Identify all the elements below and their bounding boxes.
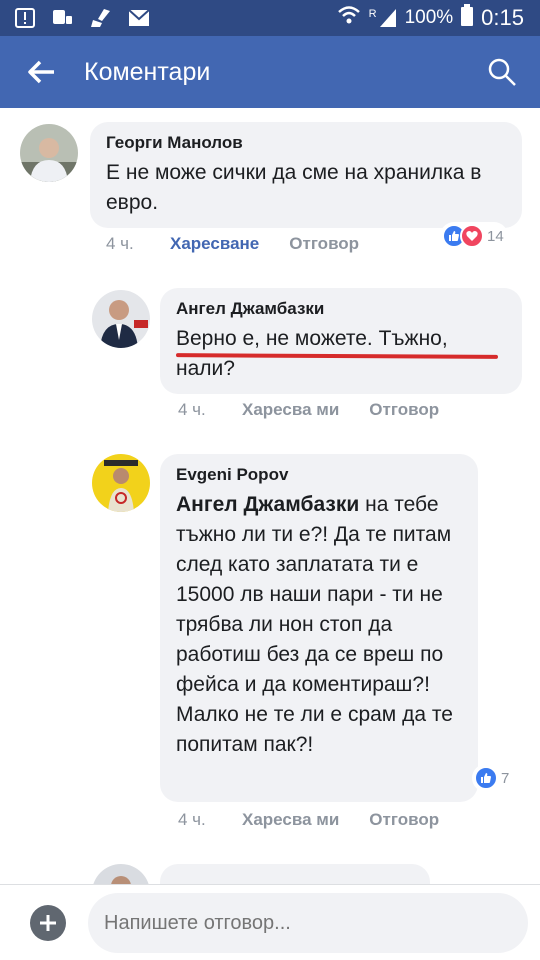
comment-bubble: Ангел Джамбазки Верно е, не можете. Тъжн… (160, 288, 522, 394)
comment-author[interactable]: Ангел Джамбазки (176, 298, 506, 320)
app-bar: Коментари (0, 36, 540, 108)
reply-button[interactable]: Отговор (289, 234, 359, 254)
search-icon[interactable] (486, 56, 518, 88)
reaction-summary[interactable]: 14 (440, 222, 508, 250)
comment-bubble (160, 864, 430, 884)
comment-time: 4 ч. (178, 810, 206, 829)
comment-author[interactable]: Evgeni Popov (176, 464, 462, 486)
back-arrow-icon[interactable] (22, 52, 62, 92)
like-button[interactable]: Харесване (170, 234, 259, 254)
battery-level: 100% (404, 7, 454, 28)
page-title: Коментари (84, 57, 211, 86)
comment-author[interactable]: Георги Манолов (106, 132, 506, 154)
battery-icon (461, 4, 474, 32)
mail-icon (128, 8, 150, 28)
comment-actions: 4 ч. Харесване Отговор (106, 234, 359, 254)
comment-actions: 4 ч. Харесва ми Отговор (178, 400, 439, 420)
avatar[interactable] (92, 290, 150, 348)
clock: 0:15 (481, 5, 524, 30)
status-bar: R 100% 0:15 (0, 0, 540, 36)
like-button[interactable]: Харесва ми (242, 810, 339, 830)
reply-button[interactable]: Отговор (369, 400, 439, 420)
comment-time: 4 ч. (178, 400, 206, 419)
reply-button[interactable]: Отговор (369, 810, 439, 830)
like-button[interactable]: Харесва ми (242, 400, 339, 420)
reaction-summary[interactable]: 7 (472, 764, 514, 792)
reaction-count: 14 (487, 227, 504, 245)
comment-text-line: Верно е, не можете. Тъжно, (176, 327, 448, 350)
reaction-count: 7 (501, 769, 510, 787)
mention-link[interactable]: Ангел Джамбазки (176, 493, 359, 516)
add-attachment-icon[interactable] (30, 905, 66, 941)
like-reaction-icon (474, 766, 498, 790)
comment-text: Ангел Джамбазки на тебе тъжно ли ти е?! … (176, 490, 462, 760)
comment-time: 4 ч. (106, 234, 134, 253)
avatar[interactable] (92, 864, 150, 884)
alert-icon (14, 8, 36, 28)
notification-icon (52, 8, 74, 28)
love-reaction-icon (460, 224, 484, 248)
signal-icon: R (369, 8, 397, 28)
avatar[interactable] (20, 124, 78, 182)
comment-actions: 4 ч. Харесва ми Отговор (178, 810, 439, 830)
avatar[interactable] (92, 454, 150, 512)
comment-bubble: Evgeni Popov Ангел Джамбазки на тебе тъж… (160, 454, 478, 802)
network-label: R (368, 8, 377, 20)
reply-composer (0, 884, 540, 960)
comments-feed[interactable]: Георги Манолов Е не може сички да сме на… (0, 108, 540, 884)
reply-input[interactable] (88, 893, 528, 953)
wifi-icon (337, 5, 361, 31)
comment-text-body: на тебе тъжно ли ти е?! Да те питам след… (176, 493, 453, 756)
comment-text: Е не може сички да сме на хранилка в евр… (106, 161, 482, 214)
cleaner-icon (90, 8, 112, 28)
comment-bubble: Георги Манолов Е не може сички да сме на… (90, 122, 522, 228)
